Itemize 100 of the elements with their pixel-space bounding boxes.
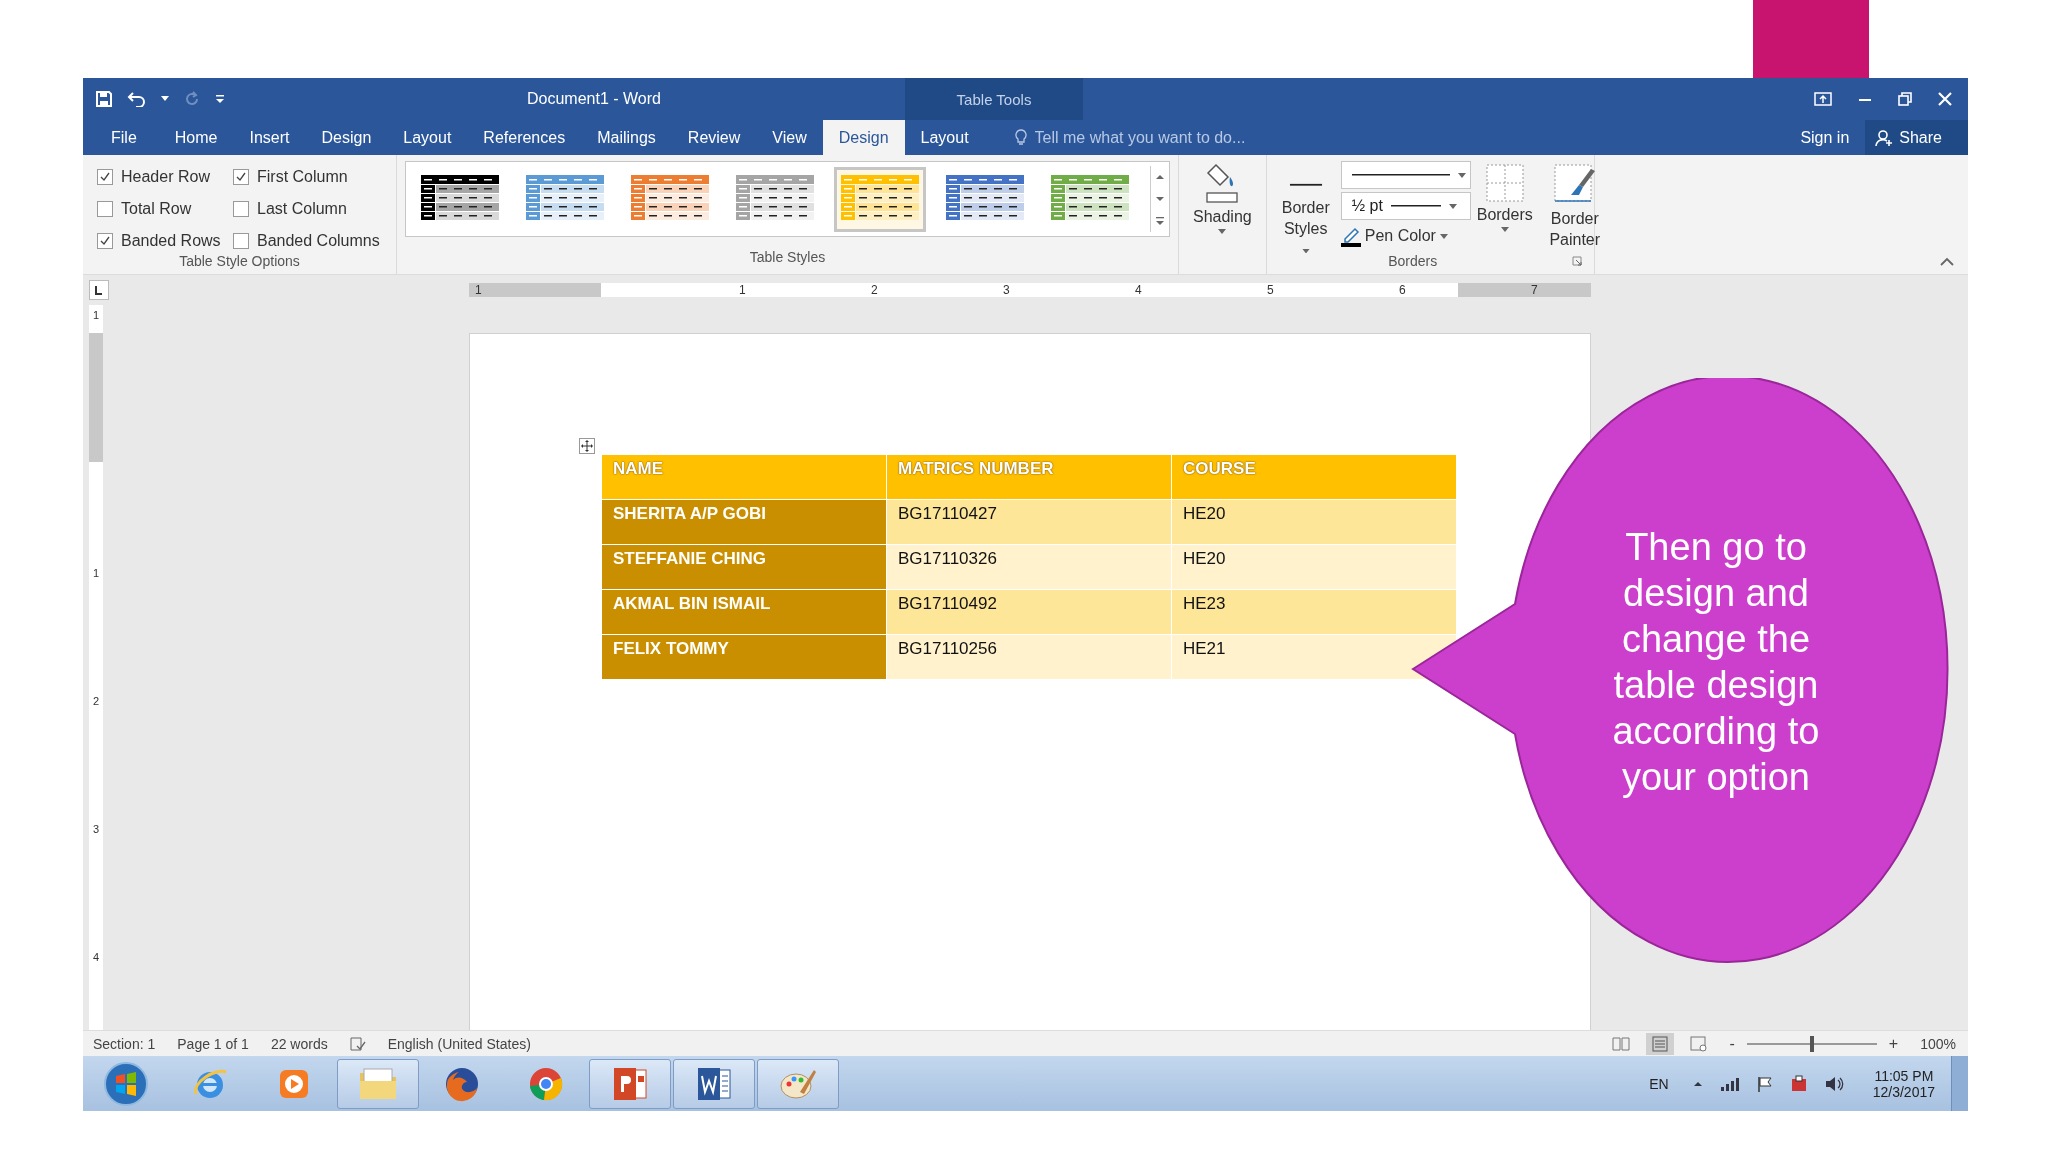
context-tab-header: Table Tools	[905, 78, 1083, 120]
share-button[interactable]: Share	[1865, 120, 1968, 155]
checkbox-option[interactable]: Total Row	[97, 197, 233, 221]
group-label: Borders	[1388, 253, 1438, 269]
save-icon[interactable]	[95, 90, 113, 108]
table-cell: BG17110492	[886, 589, 1172, 635]
collapse-ribbon-icon[interactable]	[1940, 257, 1954, 266]
tell-me-field[interactable]: Tell me what you want to do...	[1032, 127, 1307, 148]
caret-icon	[1439, 233, 1448, 239]
column-header: NAME	[601, 454, 887, 500]
checkbox[interactable]	[233, 168, 249, 185]
ribbon-tab[interactable]: Design	[305, 120, 388, 155]
vertical-ruler: 1 1 2 3 4	[89, 305, 103, 1030]
zoom-out-button[interactable]: -	[1729, 1034, 1735, 1053]
ribbon-tab[interactable]: Layout	[904, 120, 985, 155]
ribbon-tab[interactable]: File	[83, 120, 159, 155]
group-label: Table Styles	[748, 249, 827, 265]
pen-color-button[interactable]: Pen Color	[1340, 223, 1471, 249]
person-plus-icon	[1875, 128, 1894, 147]
ribbon-tab[interactable]: Layout	[387, 120, 468, 155]
border-brush-icon	[1552, 163, 1597, 205]
ribbon-tab[interactable]: Mailings	[581, 120, 672, 155]
border-styles-button[interactable]: Border Styles	[1274, 161, 1337, 253]
line-sample-icon	[1390, 204, 1441, 208]
flag-icon[interactable]	[1755, 1074, 1774, 1093]
speaker-icon[interactable]	[1823, 1074, 1844, 1093]
proofing-icon[interactable]	[349, 1036, 366, 1051]
caret-icon	[1301, 248, 1310, 253]
table-cell: BG17110256	[886, 634, 1172, 680]
ribbon-tab[interactable]: Insert	[233, 120, 306, 155]
horizontal-ruler: 1 1 2 3 4 5 6 7	[469, 283, 1591, 297]
pen-icon	[1340, 225, 1361, 247]
input-language[interactable]: EN	[1649, 1075, 1669, 1092]
checkbox-option[interactable]: Header Row	[97, 165, 233, 189]
signal-icon[interactable]	[1719, 1075, 1740, 1092]
table-cell: BG17110326	[886, 544, 1172, 590]
border-painter-button[interactable]: Border Painter	[1538, 161, 1611, 253]
callout-text: Then go to design and change the table design according to your option	[1611, 525, 1821, 800]
undo-icon[interactable]	[127, 91, 147, 107]
checkbox-option[interactable]: Last Column	[233, 197, 393, 221]
caret-icon	[1500, 227, 1509, 232]
checkbox[interactable]	[97, 233, 113, 250]
checkbox-option[interactable]: Banded Rows	[97, 229, 233, 253]
dialog-launcher-icon[interactable]	[1572, 256, 1583, 266]
checkbox[interactable]	[97, 201, 113, 217]
close-icon[interactable]	[1938, 92, 1952, 106]
print-layout-icon[interactable]	[1645, 1032, 1674, 1055]
line-style-dropdown[interactable]	[1340, 161, 1471, 189]
table-cell: HE23	[1171, 589, 1457, 635]
zoom-in-button[interactable]: +	[1888, 1034, 1899, 1053]
restore-icon[interactable]	[1898, 92, 1912, 106]
table-cell: AKMAL BIN ISMAIL	[601, 589, 887, 635]
ribbon-tab[interactable]: View	[756, 120, 823, 155]
zoom-level[interactable]: 100%	[1920, 1035, 1956, 1052]
column-header: COURSE	[1171, 454, 1457, 500]
table-cell: STEFFANIE CHING	[601, 544, 887, 590]
zoom-slider-thumb[interactable]	[1809, 1035, 1814, 1052]
caret-icon	[1457, 172, 1466, 178]
checkbox[interactable]	[233, 201, 249, 217]
table-cell: SHERITA A/P GOBI	[601, 499, 887, 545]
taskbar-button[interactable]	[673, 1058, 755, 1109]
caret-icon	[1448, 203, 1457, 209]
window-title: Document1 - Word	[527, 90, 661, 108]
clock-time[interactable]: 11:05 PM	[1874, 1067, 1934, 1084]
ribbon-tab[interactable]: References	[467, 120, 582, 155]
checkbox[interactable]	[97, 168, 113, 185]
column-header: MATRICS NUMBER	[886, 454, 1172, 500]
read-mode-icon[interactable]	[1611, 1035, 1630, 1052]
customize-caret-icon[interactable]	[215, 94, 225, 104]
caret-icon	[1218, 229, 1227, 234]
ribbon-tab[interactable]: Design	[822, 120, 905, 155]
table-cell: HE20	[1171, 499, 1457, 545]
shading-button[interactable]: Shading	[1187, 161, 1258, 234]
ribbon-tab[interactable]: Review	[671, 120, 757, 155]
start-orb-icon	[103, 1060, 149, 1107]
lightbulb-icon	[1014, 129, 1027, 146]
table-cell: BG17110427	[886, 499, 1172, 545]
line-weight-dropdown[interactable]: ½ pt	[1340, 192, 1471, 220]
line-sample-icon	[1351, 173, 1450, 177]
tab-stop-icon[interactable]	[89, 280, 109, 300]
checkbox[interactable]	[233, 233, 249, 250]
taskbar-button[interactable]	[589, 1058, 671, 1109]
table-style-thumbnail[interactable]	[834, 166, 926, 232]
ribbon-display-icon[interactable]	[1814, 92, 1832, 106]
clock-date[interactable]: 12/3/2017	[1872, 1083, 1935, 1100]
page-count: Page 1 of 1	[177, 1035, 249, 1052]
group-label: Table Style Options	[178, 253, 301, 269]
ribbon-tab[interactable]: Home	[158, 120, 234, 155]
language-status[interactable]: English (United States)	[387, 1035, 531, 1052]
sign-in-link[interactable]: Sign in	[1784, 120, 1866, 155]
borders-button[interactable]: Borders	[1470, 161, 1539, 253]
checkbox-option[interactable]: First Column	[233, 165, 393, 189]
table-cell: FELIX TOMMY	[601, 634, 887, 680]
border-grid-icon	[1484, 163, 1525, 203]
section-status: Section: 1	[93, 1035, 156, 1052]
web-layout-icon[interactable]	[1689, 1035, 1708, 1052]
caret-icon[interactable]	[161, 96, 169, 102]
table-move-handle-icon[interactable]	[579, 438, 595, 454]
table-cell: HE20	[1171, 544, 1457, 590]
checkbox-option[interactable]: Banded Columns	[233, 229, 393, 253]
